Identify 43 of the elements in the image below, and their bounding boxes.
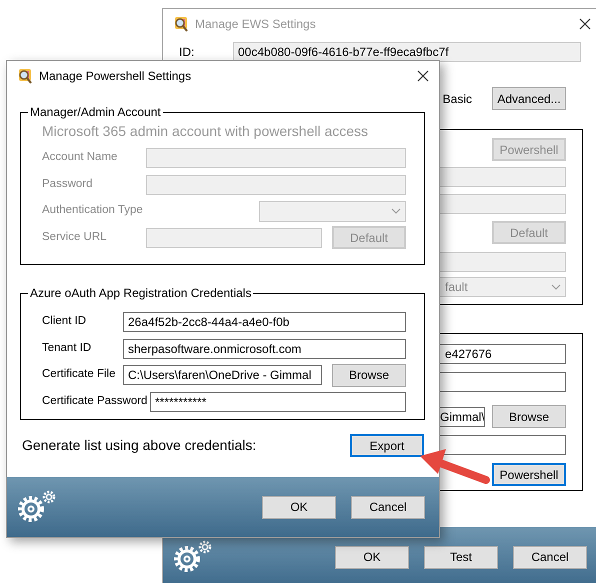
close-icon[interactable] <box>417 70 429 82</box>
dialog-button[interactable]: Cancel <box>513 546 587 568</box>
dialog-button[interactable]: OK <box>262 496 336 518</box>
export-button[interactable]: Export <box>350 434 424 457</box>
window-title: Manage Powershell Settings <box>39 68 192 85</box>
option-label: Basic <box>442 90 472 108</box>
field-label: ID: <box>179 44 196 61</box>
group-title: Manager/Admin Account <box>29 104 162 121</box>
field-label: Authentication Type <box>42 203 144 218</box>
field-label: Account Name <box>42 150 118 166</box>
id-field[interactable]: 00c4b080-09f6-4616-b77e-ff9eca9fbc7f <box>233 42 581 62</box>
dialog-button[interactable]: Test <box>424 546 498 568</box>
magnifier-icon <box>17 68 33 84</box>
input-field[interactable] <box>146 228 322 248</box>
chevron-icon <box>551 284 561 290</box>
dialog-button[interactable]: OK <box>335 546 409 568</box>
input-field[interactable]: C:\Users\faren\OneDrive - Gimmal <box>123 365 322 385</box>
input-field[interactable]: sherpasoftware.onmicrosoft.com <box>123 338 406 358</box>
field-label: Password <box>42 176 94 192</box>
magnifier-icon <box>173 16 189 32</box>
dropdown[interactable] <box>259 200 406 222</box>
input-field[interactable] <box>146 148 406 168</box>
window-title: Manage EWS Settings <box>195 16 316 33</box>
arrow <box>420 449 490 484</box>
field-label: Tenant ID <box>42 340 92 356</box>
field-label: Service URL <box>42 230 108 245</box>
advanced-button[interactable]: Advanced... <box>492 87 566 110</box>
export-prompt: Generate list using above credentials: <box>22 436 256 455</box>
dialog-button[interactable]: Cancel <box>351 496 425 518</box>
field-label: Certificate File <box>42 367 116 382</box>
field-label: Certificate Password <box>42 394 148 409</box>
close-icon[interactable] <box>579 18 591 30</box>
field-label: Client ID <box>42 314 88 330</box>
chevron-icon <box>391 208 401 214</box>
powershell-button[interactable]: Powershell <box>492 463 566 486</box>
input-field[interactable]: 26a4f52b-2cc8-44a4-a4e0-f0b <box>123 312 406 332</box>
group-heading: Microsoft 365 admin account with powershell access <box>42 122 370 141</box>
browse-button[interactable]: Browse <box>492 405 566 428</box>
input-field[interactable] <box>146 174 406 194</box>
dropdown-value: fault <box>445 279 468 296</box>
group-title: Azure oAuth App Registration Credentials <box>29 285 252 302</box>
field-button[interactable]: Browse <box>332 364 406 386</box>
password-field[interactable]: *********** <box>150 392 406 412</box>
